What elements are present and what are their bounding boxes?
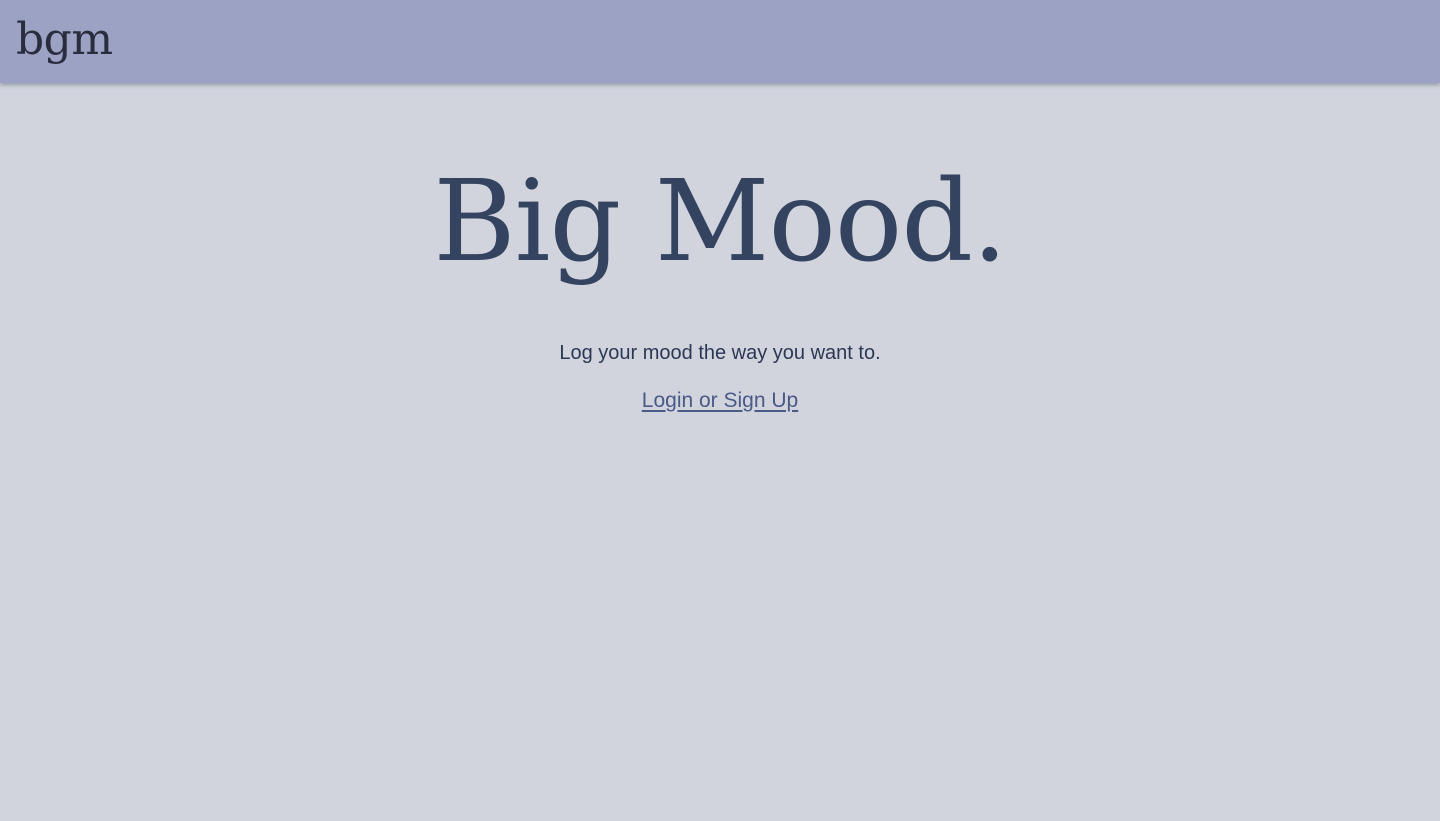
hero-tagline: Log your mood the way you want to. (559, 342, 881, 364)
landing-main: Big Mood. Log your mood the way you want… (0, 83, 1440, 821)
hero-title: Big Mood. (433, 157, 1007, 287)
top-nav-bar: bgm (0, 0, 1440, 83)
login-signup-link[interactable]: Login or Sign Up (642, 389, 798, 412)
brand-logo-link[interactable]: bgm (16, 12, 113, 68)
cta-container: Login or Sign Up (0, 387, 1440, 415)
